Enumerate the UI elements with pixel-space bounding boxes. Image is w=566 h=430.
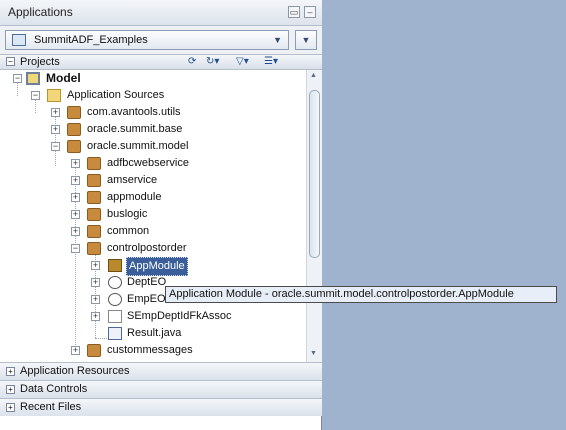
package-icon: [67, 123, 81, 136]
package-icon: [87, 242, 101, 255]
chevron-down-icon: ▼: [301, 35, 311, 45]
tree-node-label: buslogic: [107, 208, 148, 220]
application-name: SummitADF_Examples: [34, 34, 148, 46]
collapse-icon[interactable]: −: [71, 244, 80, 253]
project-tree: − Model − Application Sources + com.avan…: [0, 70, 305, 362]
refresh-icon[interactable]: ⟳: [188, 56, 196, 68]
filter-icon[interactable]: ▽▾: [236, 56, 249, 68]
expand-icon[interactable]: +: [71, 193, 80, 202]
expand-icon[interactable]: +: [51, 108, 60, 117]
package-icon: [87, 344, 101, 357]
expand-icon[interactable]: +: [71, 159, 80, 168]
accordion-recent-files[interactable]: + Recent Files: [0, 398, 322, 416]
application-selector-row: SummitADF_Examples ▼ ▼: [0, 26, 322, 54]
expand-icon[interactable]: +: [71, 210, 80, 219]
application-dropdown[interactable]: SummitADF_Examples ▼: [5, 30, 289, 50]
accordion-data-controls[interactable]: + Data Controls: [0, 380, 322, 398]
chevron-down-icon: ▼: [273, 35, 282, 45]
accordion-application-resources[interactable]: + Application Resources: [0, 362, 322, 380]
scroll-down-icon[interactable]: ▼: [310, 350, 317, 357]
tree-node-label: custommessages: [107, 344, 193, 356]
tree-scrollbar[interactable]: ▲ ▼: [306, 70, 322, 362]
project-icon: [26, 72, 40, 85]
expand-icon[interactable]: +: [91, 312, 100, 321]
expand-icon[interactable]: +: [91, 261, 100, 270]
accordion-label: Recent Files: [20, 401, 82, 413]
tree-guide-line: [35, 100, 36, 113]
tree-node-label: com.avantools.utils: [87, 106, 181, 118]
package-icon: [67, 140, 81, 153]
tree-node-label: appmodule: [107, 191, 162, 203]
collapse-icon[interactable]: −: [6, 57, 15, 66]
restore-button[interactable]: ▭: [288, 6, 300, 18]
sync-icon[interactable]: ↻▾: [206, 56, 219, 68]
tree-node-label: Result.java: [127, 327, 182, 339]
accordion-label: Application Resources: [20, 365, 130, 377]
application-icon: [12, 34, 26, 46]
expand-icon[interactable]: +: [71, 176, 80, 185]
expand-icon[interactable]: +: [6, 385, 15, 394]
tree-node-label: common: [107, 225, 150, 237]
tree-node-label: Model: [46, 71, 81, 85]
package-icon: [87, 191, 101, 204]
tree-node-label: EmpEO: [127, 293, 166, 305]
tree-guide-line: [17, 83, 18, 96]
application-module-icon: [108, 259, 122, 272]
tree-node-label: DeptEO: [127, 276, 167, 288]
expand-icon[interactable]: +: [6, 367, 15, 376]
expand-icon[interactable]: +: [6, 403, 15, 412]
panel-header: Applications ▭ –: [0, 0, 322, 26]
scrollbar-thumb[interactable]: [309, 90, 320, 258]
accordion-label: Data Controls: [20, 383, 88, 395]
tree-node-label: Application Sources: [67, 89, 165, 101]
entity-object-icon: [108, 276, 122, 289]
tree-node-label: oracle.summit.model: [87, 140, 189, 152]
expand-icon[interactable]: +: [71, 346, 80, 355]
view-options-icon[interactable]: ☰▾: [264, 56, 278, 68]
expand-icon[interactable]: +: [71, 227, 80, 236]
projects-header[interactable]: − Projects ⟳ ↻▾ ▽▾ ☰▾: [0, 54, 322, 70]
scroll-up-icon[interactable]: ▲: [310, 72, 317, 79]
collapse-icon[interactable]: −: [31, 91, 40, 100]
application-menu-button[interactable]: ▼: [295, 30, 317, 50]
association-icon: [108, 310, 122, 323]
package-icon: [87, 225, 101, 238]
tree-node-label: oracle.summit.base: [87, 123, 183, 135]
tree-node-label: adfbcwebservice: [107, 157, 189, 169]
package-icon: [67, 106, 81, 119]
expand-icon[interactable]: +: [91, 295, 100, 304]
tooltip: Application Module - oracle.summit.model…: [165, 286, 557, 303]
collapse-icon[interactable]: −: [51, 142, 60, 151]
minimize-button[interactable]: –: [304, 6, 316, 18]
tree-guide-line: [95, 338, 107, 339]
folder-icon: [47, 89, 61, 102]
projects-label: Projects: [20, 56, 60, 68]
package-icon: [87, 208, 101, 221]
tree-node-label: controlpostorder: [107, 242, 187, 254]
java-file-icon: [108, 327, 122, 340]
package-icon: [87, 157, 101, 170]
collapse-icon[interactable]: −: [13, 74, 22, 83]
expand-icon[interactable]: +: [51, 125, 60, 134]
panel-title: Applications: [8, 5, 73, 19]
tree-node-label: SEmpDeptIdFkAssoc: [127, 310, 232, 322]
applications-panel: Applications ▭ – SummitADF_Examples ▼ ▼ …: [0, 0, 322, 430]
expand-icon[interactable]: +: [91, 278, 100, 287]
entity-object-icon: [108, 293, 122, 306]
tree-node-label: amservice: [107, 174, 158, 186]
package-icon: [87, 174, 101, 187]
